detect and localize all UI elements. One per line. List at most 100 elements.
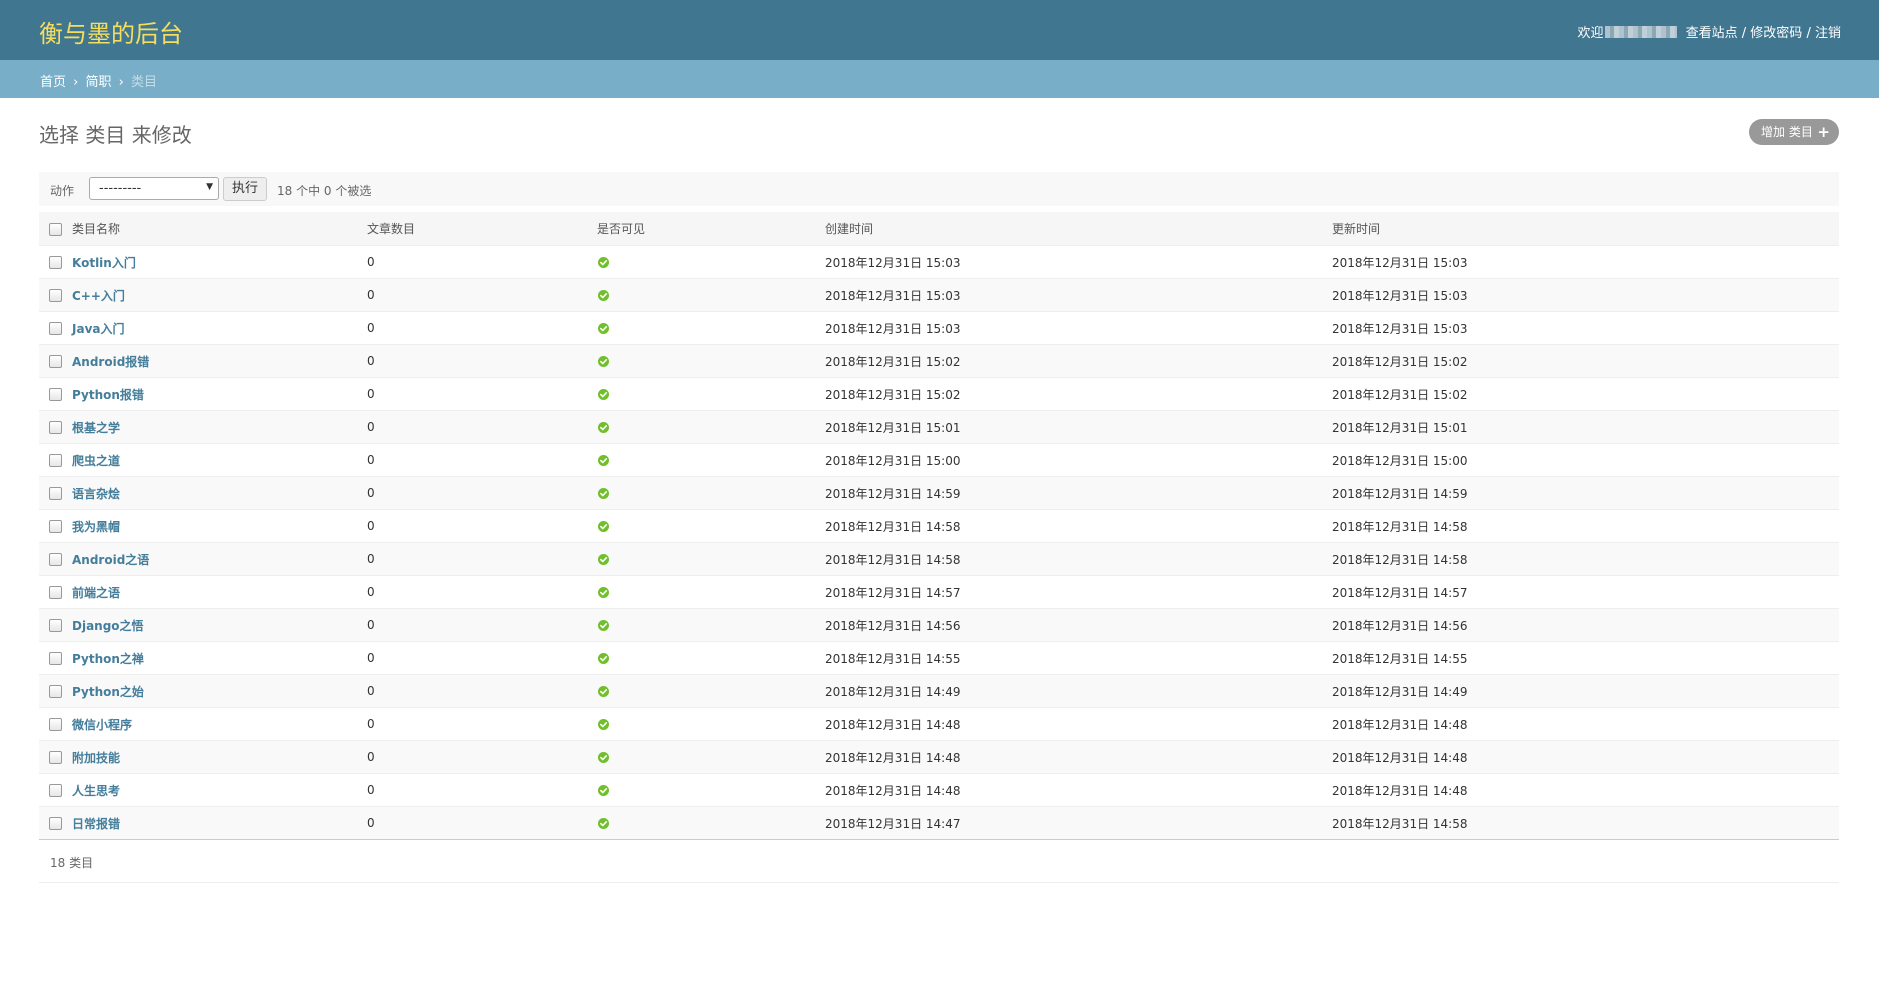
- category-name-cell: Kotlin入门: [69, 245, 364, 279]
- category-link[interactable]: Django之悟: [72, 619, 144, 633]
- row-checkbox[interactable]: [49, 751, 62, 764]
- category-link[interactable]: Java入门: [72, 322, 124, 336]
- category-link[interactable]: 日常报错: [72, 817, 120, 831]
- row-checkbox[interactable]: [49, 520, 62, 533]
- visible-cell: [594, 344, 822, 378]
- updated-time-cell: 2018年12月31日 15:01: [1329, 410, 1839, 444]
- breadcrumb-current: 类目: [131, 75, 158, 90]
- breadcrumb-home[interactable]: 首页: [40, 75, 66, 90]
- column-header-created[interactable]: 创建时间: [822, 212, 1329, 246]
- row-checkbox[interactable]: [49, 784, 62, 797]
- created-time-cell: 2018年12月31日 14:59: [822, 476, 1329, 510]
- yes-check-icon: [598, 587, 609, 598]
- updated-time-cell: 2018年12月31日 14:57: [1329, 575, 1839, 609]
- created-time-cell: 2018年12月31日 14:55: [822, 641, 1329, 675]
- site-title[interactable]: 衡与墨的后台: [39, 14, 183, 49]
- visible-cell: [594, 410, 822, 444]
- row-checkbox[interactable]: [49, 289, 62, 302]
- row-select-cell: [39, 344, 69, 378]
- yes-check-icon: [598, 455, 609, 466]
- category-link[interactable]: 语言杂烩: [72, 487, 120, 501]
- breadcrumb-separator: ›: [73, 75, 79, 90]
- column-header-visible[interactable]: 是否可见: [594, 212, 822, 246]
- table-header-row: 类目名称 文章数目 是否可见 创建时间 更新时间: [39, 212, 1839, 246]
- category-name-cell: Android报错: [69, 344, 364, 378]
- yes-check-icon: [598, 554, 609, 565]
- logout-link[interactable]: 注销: [1815, 26, 1841, 41]
- article-count-cell: 0: [364, 674, 594, 708]
- user-tools-separator: /: [1806, 26, 1811, 41]
- category-link[interactable]: Kotlin入门: [72, 256, 136, 270]
- created-time-cell: 2018年12月31日 14:48: [822, 707, 1329, 741]
- category-name-cell: 我为黑帽: [69, 509, 364, 543]
- visible-cell: [594, 806, 822, 840]
- select-all-checkbox[interactable]: [49, 222, 62, 236]
- category-link[interactable]: Python报错: [72, 388, 144, 402]
- column-header-updated[interactable]: 更新时间: [1329, 212, 1839, 246]
- row-checkbox[interactable]: [49, 322, 62, 335]
- row-checkbox[interactable]: [49, 586, 62, 599]
- action-select[interactable]: --------- ▼: [89, 177, 219, 200]
- article-count-cell: 0: [364, 311, 594, 345]
- row-checkbox[interactable]: [49, 817, 62, 830]
- row-checkbox[interactable]: [49, 685, 62, 698]
- category-link[interactable]: 根基之学: [72, 421, 120, 435]
- article-count-cell: 0: [364, 509, 594, 543]
- row-select-cell: [39, 410, 69, 444]
- yes-check-icon: [598, 389, 609, 400]
- created-time-cell: 2018年12月31日 15:02: [822, 344, 1329, 378]
- table-row: 根基之学 0 2018年12月31日 15:01 2018年12月31日 15:01: [39, 410, 1839, 444]
- category-link[interactable]: Python之禅: [72, 652, 144, 666]
- created-time-cell: 2018年12月31日 14:49: [822, 674, 1329, 708]
- category-link[interactable]: C++入门: [72, 289, 125, 303]
- go-button[interactable]: 执行: [223, 177, 267, 201]
- select-all-header: [39, 212, 69, 246]
- result-count: 18 类目: [50, 856, 94, 870]
- add-category-button[interactable]: 增加 类目 +: [1749, 119, 1839, 145]
- view-site-link[interactable]: 查看站点: [1686, 26, 1738, 41]
- category-link[interactable]: 爬虫之道: [72, 454, 120, 468]
- table-row: Python之禅 0 2018年12月31日 14:55 2018年12月31日 14…: [39, 641, 1839, 675]
- table-body: Kotlin入门 0 2018年12月31日 15:03 2018年12月31日 15…: [39, 245, 1839, 840]
- table-row: 爬虫之道 0 2018年12月31日 15:00 2018年12月31日 15:00: [39, 443, 1839, 477]
- welcome-text: 欢迎: [1577, 26, 1604, 41]
- category-name-cell: Python之禅: [69, 641, 364, 675]
- article-count-cell: 0: [364, 344, 594, 378]
- row-checkbox[interactable]: [49, 454, 62, 467]
- row-checkbox[interactable]: [49, 487, 62, 500]
- category-link[interactable]: 人生思考: [72, 784, 120, 798]
- row-checkbox[interactable]: [49, 421, 62, 434]
- column-header-name[interactable]: 类目名称: [69, 212, 364, 246]
- table-row: 日常报错 0 2018年12月31日 14:47 2018年12月31日 14:58: [39, 806, 1839, 840]
- row-checkbox[interactable]: [49, 388, 62, 401]
- category-link[interactable]: 微信小程序: [72, 718, 132, 732]
- created-time-cell: 2018年12月31日 14:47: [822, 806, 1329, 840]
- updated-time-cell: 2018年12月31日 15:03: [1329, 245, 1839, 279]
- column-header-count[interactable]: 文章数目: [364, 212, 594, 246]
- yes-check-icon: [598, 752, 609, 763]
- row-checkbox[interactable]: [49, 355, 62, 368]
- row-select-cell: [39, 740, 69, 774]
- change-password-link[interactable]: 修改密码: [1750, 26, 1802, 41]
- actions-bar: 动作 --------- ▼ 执行 18 个中 0 个被选: [39, 172, 1839, 206]
- row-select-cell: [39, 245, 69, 279]
- row-select-cell: [39, 707, 69, 741]
- updated-time-cell: 2018年12月31日 14:48: [1329, 773, 1839, 807]
- row-select-cell: [39, 575, 69, 609]
- category-link[interactable]: Python之始: [72, 685, 144, 699]
- updated-time-cell: 2018年12月31日 14:55: [1329, 641, 1839, 675]
- breadcrumb-app[interactable]: 简职: [86, 75, 112, 90]
- category-link[interactable]: Android报错: [72, 355, 149, 369]
- updated-time-cell: 2018年12月31日 14:59: [1329, 476, 1839, 510]
- row-checkbox[interactable]: [49, 619, 62, 632]
- updated-time-cell: 2018年12月31日 15:03: [1329, 311, 1839, 345]
- row-checkbox[interactable]: [49, 718, 62, 731]
- category-link[interactable]: 附加技能: [72, 751, 120, 765]
- created-time-cell: 2018年12月31日 15:03: [822, 278, 1329, 312]
- row-checkbox[interactable]: [49, 553, 62, 566]
- category-link[interactable]: Android之语: [72, 553, 149, 567]
- category-link[interactable]: 前端之语: [72, 586, 120, 600]
- row-checkbox[interactable]: [49, 256, 62, 269]
- category-link[interactable]: 我为黑帽: [72, 520, 120, 534]
- row-checkbox[interactable]: [49, 652, 62, 665]
